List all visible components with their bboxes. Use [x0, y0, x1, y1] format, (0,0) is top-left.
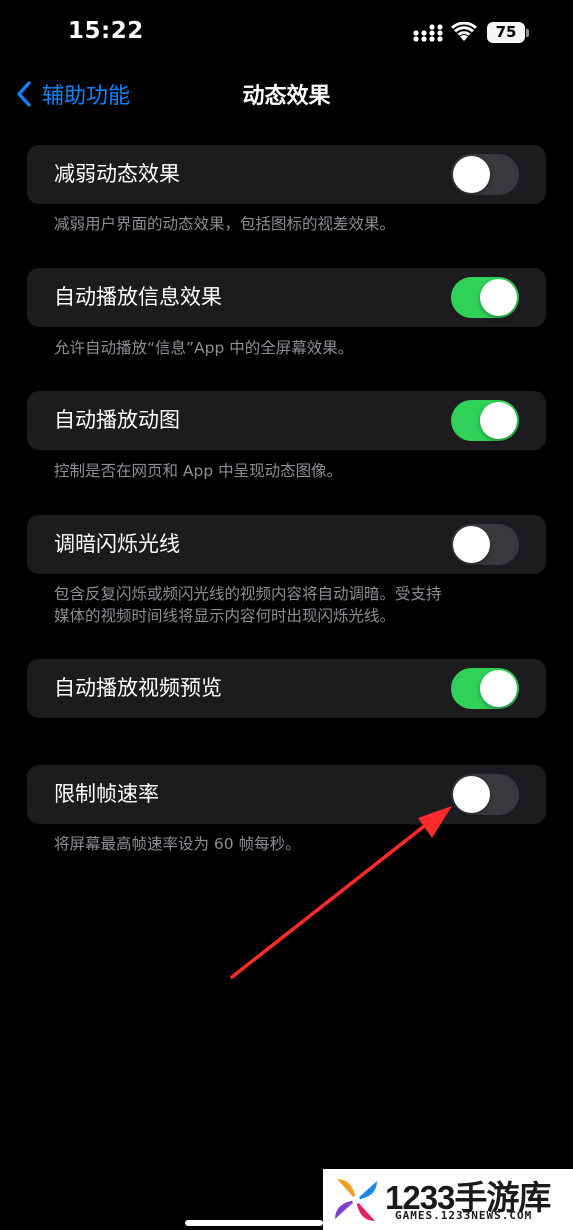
annotation-arrow-icon: [230, 806, 452, 979]
pinwheel-logo-icon: [335, 1179, 377, 1221]
watermark-url: GAMES.1233NEWS.COM: [395, 1209, 533, 1222]
home-indicator[interactable]: [185, 1220, 323, 1226]
watermark-logo: 1233手游库 GAMES.1233NEWS.COM: [323, 1169, 573, 1230]
